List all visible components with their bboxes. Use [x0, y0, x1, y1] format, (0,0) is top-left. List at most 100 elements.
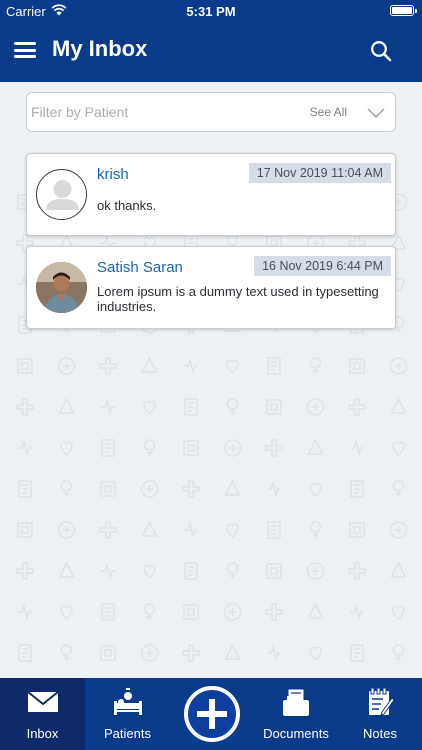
pattern-icon — [392, 480, 405, 497]
pattern-icon — [392, 441, 405, 456]
pattern-icon — [267, 480, 281, 498]
pattern-icon — [309, 646, 322, 661]
user-photo — [36, 262, 87, 313]
message-timestamp: 16 Nov 2019 6:44 PM — [254, 256, 391, 276]
message-timestamp: 17 Nov 2019 11:04 AM — [248, 163, 391, 183]
message-card[interactable]: krish 17 Nov 2019 11:04 AM ok thanks. — [26, 153, 396, 236]
pattern-icon — [266, 399, 282, 415]
pattern-icon — [184, 357, 198, 375]
pattern-icon — [99, 357, 117, 375]
status-bar: Carrier 5:31 PM — [0, 0, 422, 22]
pattern-icon — [101, 603, 115, 621]
pattern-icon — [58, 561, 75, 578]
pattern-icon — [349, 522, 365, 538]
tab-notes[interactable]: Notes — [338, 678, 422, 750]
pattern-icon — [226, 359, 239, 374]
pattern-icon — [348, 398, 366, 416]
filter-placeholder: Filter by Patient — [31, 104, 129, 120]
pattern-icon — [350, 603, 364, 621]
tab-label: Patients — [104, 726, 151, 741]
pattern-icon — [183, 604, 199, 620]
pattern-icon — [101, 398, 115, 416]
pattern-icon — [267, 357, 281, 375]
pattern-icon — [141, 520, 158, 537]
pattern-icon — [16, 398, 34, 416]
app-header: My Inbox — [0, 22, 422, 82]
pattern-icon — [390, 561, 407, 578]
pattern-icon — [392, 644, 405, 661]
pattern-icon — [184, 521, 198, 539]
filter-by-patient-dropdown[interactable]: Filter by Patient See All — [26, 92, 396, 132]
pattern-icon — [60, 480, 73, 497]
pattern-icon — [226, 523, 239, 538]
tab-label: Documents — [263, 726, 329, 741]
tab-inbox[interactable]: Inbox — [0, 678, 85, 750]
see-all-label[interactable]: See All — [310, 105, 347, 119]
pattern-icon — [101, 562, 115, 580]
pattern-icon — [18, 644, 32, 662]
pattern-icon — [184, 398, 198, 416]
pattern-icon — [140, 644, 159, 662]
hamburger-menu-icon[interactable] — [14, 42, 36, 58]
pattern-icon — [60, 644, 73, 661]
pattern-icon — [309, 482, 322, 497]
pattern-icon — [389, 357, 408, 375]
pattern-icon — [143, 564, 156, 579]
tab-patients[interactable]: Patients — [85, 678, 170, 750]
pattern-icon — [267, 644, 281, 662]
envelope-icon — [26, 691, 59, 712]
pattern-icon — [18, 480, 32, 498]
pattern-icon — [309, 521, 322, 538]
pattern-icon — [18, 439, 32, 457]
status-time: 5:31 PM — [186, 4, 236, 19]
notes-icon — [369, 687, 395, 716]
tab-label: Notes — [363, 726, 397, 741]
pattern-icon — [223, 439, 242, 457]
add-circle-icon — [184, 686, 240, 742]
pattern-icon — [309, 357, 322, 374]
pattern-icon — [17, 358, 33, 374]
search-icon[interactable] — [370, 40, 392, 62]
pattern-icon — [307, 438, 324, 455]
pattern-icon — [101, 439, 115, 457]
pattern-icon — [100, 481, 116, 497]
pattern-icon — [265, 603, 283, 621]
pattern-icon — [266, 563, 282, 579]
pattern-icon — [350, 480, 364, 498]
pattern-icon — [182, 480, 200, 498]
pattern-icon — [307, 602, 324, 619]
pattern-icon — [348, 562, 366, 580]
pattern-icon — [18, 603, 32, 621]
patient-bed-icon — [113, 688, 142, 715]
pattern-icon — [100, 645, 116, 661]
pattern-icon — [16, 562, 34, 580]
message-preview: Lorem ipsum is a dummy text used in type… — [97, 284, 379, 314]
pattern-icon — [183, 440, 199, 456]
pattern-icon — [349, 358, 365, 374]
chevron-down-icon[interactable] — [366, 103, 386, 123]
battery-icon — [390, 5, 417, 16]
pattern-icon — [224, 643, 241, 660]
sender-name[interactable]: Satish Saran — [97, 259, 183, 276]
pattern-icon — [350, 439, 364, 457]
message-preview: ok thanks. — [97, 198, 157, 213]
pattern-icon — [143, 439, 156, 456]
tab-label: Inbox — [26, 726, 59, 741]
pattern-icon — [350, 644, 364, 662]
message-card[interactable]: Satish Saran 16 Nov 2019 6:44 PM Lorem i… — [26, 246, 396, 329]
tab-add-button[interactable] — [170, 678, 254, 750]
pattern-icon — [57, 521, 76, 539]
pattern-icon — [60, 441, 73, 456]
pattern-icon — [306, 398, 325, 416]
page-title: My Inbox — [52, 36, 148, 61]
pattern-icon — [140, 480, 159, 498]
pattern-icon — [141, 356, 158, 373]
pattern-icon — [182, 644, 200, 662]
pattern-icon — [184, 562, 198, 580]
tab-documents[interactable]: Documents — [254, 678, 338, 750]
tab-bar: Inbox Patients Documents Notes — [0, 678, 422, 750]
sender-name[interactable]: krish — [97, 166, 129, 183]
default-avatar-icon — [36, 169, 87, 220]
pattern-icon — [60, 605, 73, 620]
pattern-icon — [389, 521, 408, 539]
